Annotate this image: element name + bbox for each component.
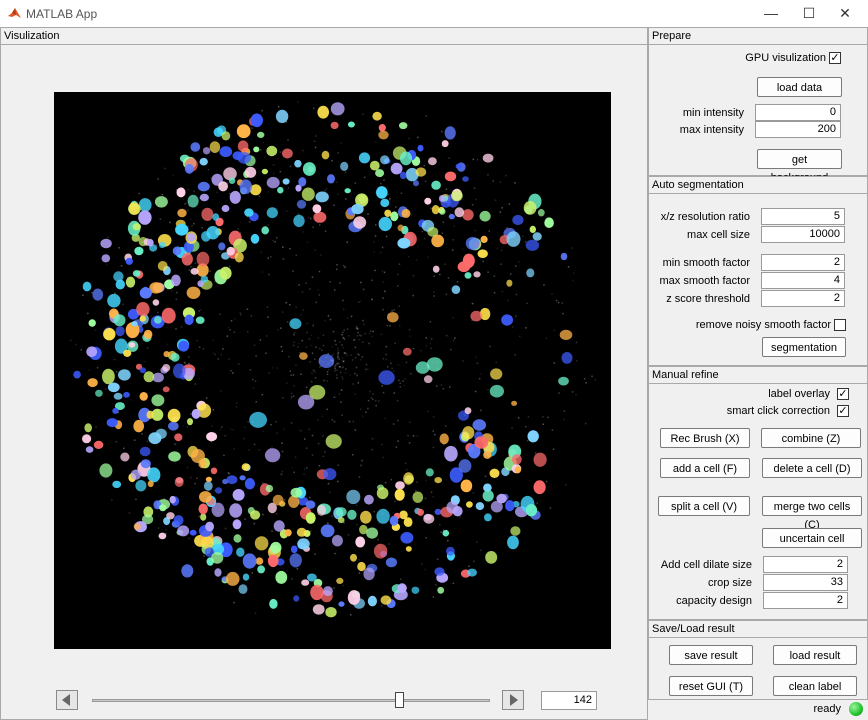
crop-size-field[interactable]: 33: [763, 574, 848, 591]
title-bar: MATLAB App — ☐ ✕: [0, 0, 868, 28]
arrow-left-icon: [62, 694, 70, 706]
status-text: ready: [813, 703, 841, 715]
cell-image[interactable]: [54, 92, 611, 649]
max-smooth-field[interactable]: 4: [761, 272, 845, 289]
segmentation-button[interactable]: segmentation: [762, 337, 846, 357]
gpu-label: GPU visulization: [745, 52, 826, 64]
xz-ratio-label: x/z resolution ratio: [660, 211, 750, 223]
check-icon: ✓: [830, 52, 840, 64]
min-intensity-label: min intensity: [682, 107, 744, 119]
arrow-right-icon: [510, 694, 518, 706]
dilate-label: Add cell dilate size: [660, 559, 752, 571]
add-cell-button[interactable]: add a cell (F): [660, 458, 750, 478]
remove-noisy-checkbox[interactable]: [834, 319, 846, 331]
next-frame-button[interactable]: [502, 690, 524, 710]
cell-layer: [73, 102, 573, 618]
label-overlay-label: label overlay: [768, 388, 830, 400]
min-smooth-field[interactable]: 2: [761, 254, 845, 271]
delete-cell-button[interactable]: delete a cell (D): [762, 458, 862, 478]
frame-number-field[interactable]: 142: [541, 691, 597, 710]
merge-cells-button[interactable]: merge two cells (C): [762, 496, 862, 531]
min-intensity-field[interactable]: 0: [755, 104, 841, 121]
save-load-title: Save/Load result: [649, 621, 867, 638]
remove-noisy-label: remove noisy smooth factor: [695, 319, 831, 331]
check-icon: ✓: [838, 405, 848, 417]
window-title: MATLAB App: [26, 7, 98, 21]
capacity-field[interactable]: 2: [763, 592, 848, 609]
manual-refine-title: Manual refine: [649, 367, 867, 384]
max-cell-size-field[interactable]: 10000: [761, 226, 845, 243]
load-data-button[interactable]: load data: [757, 77, 842, 97]
smart-click-checkbox[interactable]: ✓: [837, 405, 849, 417]
close-button[interactable]: ✕: [822, 0, 868, 27]
auto-segmentation-title: Auto segmentation: [649, 177, 867, 194]
uncertain-cell-button[interactable]: uncertain cell: [762, 528, 862, 548]
gpu-checkbox[interactable]: ✓: [829, 52, 841, 64]
max-intensity-field[interactable]: 200: [755, 121, 841, 138]
check-icon: ✓: [838, 388, 848, 400]
zscore-label: z score threshold: [666, 293, 750, 305]
smart-click-label: smart click correction: [726, 405, 830, 417]
prepare-title: Prepare: [649, 28, 867, 45]
clean-label-button[interactable]: clean label: [773, 676, 857, 696]
max-intensity-label: max intensity: [679, 124, 744, 136]
max-cell-size-label: max cell size: [687, 229, 750, 241]
zscore-field[interactable]: 2: [761, 290, 845, 307]
crop-size-label: crop size: [707, 577, 752, 589]
frame-slider-thumb[interactable]: [395, 692, 405, 708]
image-viewer[interactable]: [54, 92, 611, 649]
visualization-title: Visulization: [1, 28, 647, 45]
label-overlay-checkbox[interactable]: ✓: [837, 388, 849, 400]
matlab-icon: [7, 6, 22, 21]
rec-brush-button[interactable]: Rec Brush (X): [660, 428, 750, 448]
load-result-button[interactable]: load result: [773, 645, 857, 665]
combine-button[interactable]: combine (Z): [761, 428, 861, 448]
get-background-button[interactable]: get background: [757, 149, 842, 184]
max-smooth-label: max smooth factor: [659, 275, 750, 287]
split-cell-button[interactable]: split a cell (V): [658, 496, 750, 516]
xz-ratio-field[interactable]: 5: [761, 208, 845, 225]
reset-gui-button[interactable]: reset GUI (T): [669, 676, 753, 696]
dilate-field[interactable]: 2: [763, 556, 848, 573]
min-smooth-label: min smooth factor: [662, 257, 750, 269]
prev-frame-button[interactable]: [56, 690, 78, 710]
frame-slider[interactable]: [92, 699, 490, 702]
status-led: [849, 702, 863, 716]
capacity-label: capacity design: [676, 595, 752, 607]
save-result-button[interactable]: save result: [669, 645, 753, 665]
